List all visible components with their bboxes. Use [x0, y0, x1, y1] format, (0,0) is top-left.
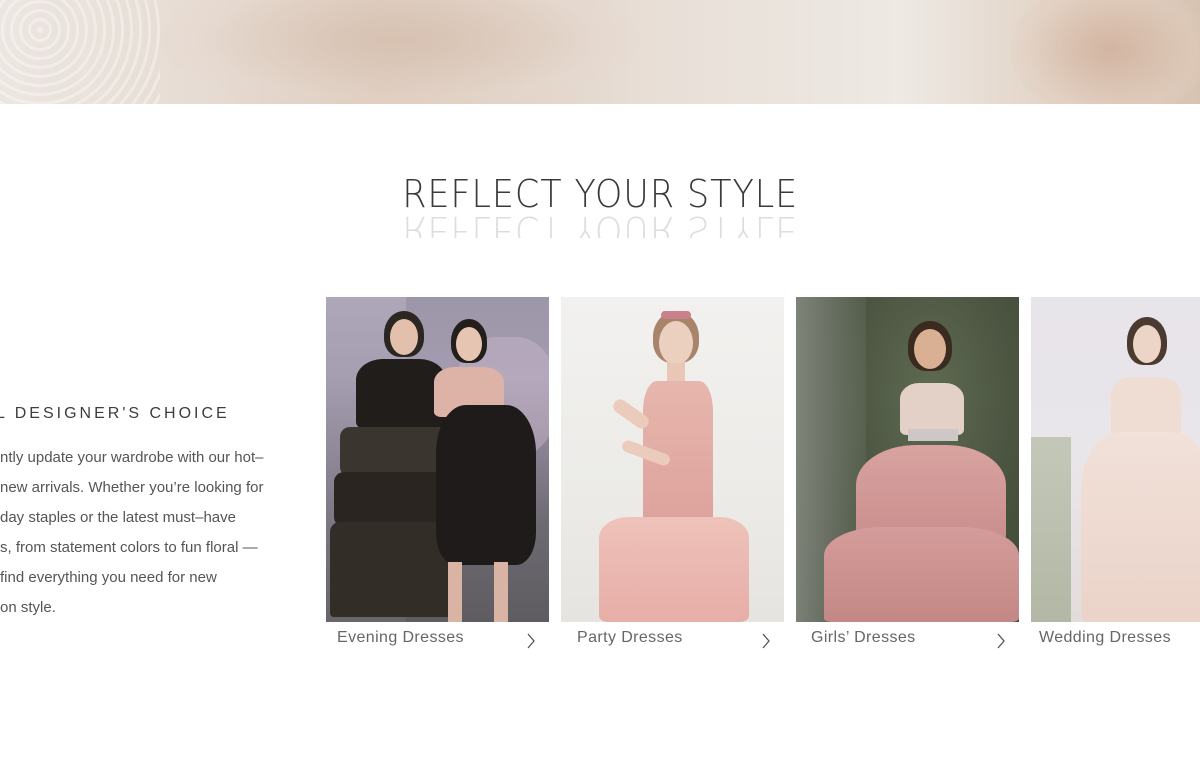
- section-title-wrap: REFLECT YOUR STYLE: [0, 172, 1200, 216]
- model-leg: [448, 562, 462, 622]
- dress-bodice: [1111, 377, 1181, 437]
- model-face: [1133, 325, 1161, 363]
- designer-text-line: on style.: [0, 599, 56, 616]
- model-leg: [494, 562, 508, 622]
- model-face: [390, 319, 418, 355]
- section-title-reflection: REFLECT YOUR STYLE: [0, 212, 1200, 238]
- party-dresses-label[interactable]: Party Dresses: [577, 629, 683, 647]
- designer-text-line: find everything you need for new: [0, 569, 217, 586]
- dress-bodice: [356, 359, 446, 429]
- hair-accessory: [661, 311, 691, 319]
- designer-text-line: new arrivals. Whether you’re looking for: [0, 479, 264, 496]
- page: REFLECT YOUR STYLE REFLECT YOUR STYLE L …: [0, 0, 1200, 762]
- wedding-dresses-photo[interactable]: [1031, 297, 1200, 622]
- dress-belt: [908, 429, 958, 441]
- section-title-reflection-text: REFLECT YOUR STYLE: [402, 212, 798, 238]
- girls-dresses-photo[interactable]: [796, 297, 1019, 622]
- model-face: [914, 329, 946, 369]
- greenery-shape: [1031, 437, 1071, 622]
- dress-tier: [340, 427, 450, 477]
- category-card-evening-dresses[interactable]: Evening Dresses: [326, 297, 549, 657]
- girls-dresses-caption[interactable]: Girls’ Dresses: [796, 622, 1019, 657]
- party-dresses-caption[interactable]: Party Dresses: [561, 622, 784, 657]
- category-card-wedding-dresses[interactable]: Wedding Dresses: [1031, 297, 1200, 657]
- model-face: [659, 321, 693, 365]
- designer-text-line: day staples or the latest must–have: [0, 509, 236, 526]
- evening-dresses-photo[interactable]: [326, 297, 549, 622]
- girls-dresses-label[interactable]: Girls’ Dresses: [811, 629, 916, 647]
- chevron-right-icon[interactable]: [995, 632, 1007, 650]
- wedding-dresses-caption[interactable]: Wedding Dresses: [1031, 622, 1200, 657]
- evening-dresses-label[interactable]: Evening Dresses: [337, 629, 464, 647]
- model-face: [456, 327, 482, 361]
- section-title: REFLECT YOUR STYLE: [402, 172, 798, 216]
- hero-hand-shape: [1010, 0, 1200, 104]
- designer-choice-heading: L DESIGNER'S CHOICE: [0, 405, 230, 422]
- dress-bodice: [900, 383, 964, 435]
- dress-skirt: [824, 527, 1019, 622]
- evening-dresses-caption[interactable]: Evening Dresses: [326, 622, 549, 657]
- designer-text-line: s, from statement colors to fun floral —: [0, 539, 258, 556]
- model-neck: [667, 363, 685, 383]
- hero-fabric-shape: [160, 0, 640, 104]
- dress-black: [436, 405, 536, 565]
- dress-skirt: [599, 517, 749, 622]
- chevron-right-icon[interactable]: [525, 632, 537, 650]
- designer-text-line: ntly update your wardrobe with our hot–: [0, 449, 264, 466]
- dress-skirt: [1081, 432, 1200, 622]
- wedding-dresses-label[interactable]: Wedding Dresses: [1039, 629, 1171, 647]
- chevron-right-icon[interactable]: [760, 632, 772, 650]
- hero-lace-texture: [0, 0, 160, 104]
- category-card-girls-dresses[interactable]: Girls’ Dresses: [796, 297, 1019, 657]
- designer-choice-text: ntly update your wardrobe with our hot– …: [0, 443, 286, 623]
- party-dresses-photo[interactable]: [561, 297, 784, 622]
- category-card-party-dresses[interactable]: Party Dresses: [561, 297, 784, 657]
- hero-banner-image[interactable]: [0, 0, 1200, 104]
